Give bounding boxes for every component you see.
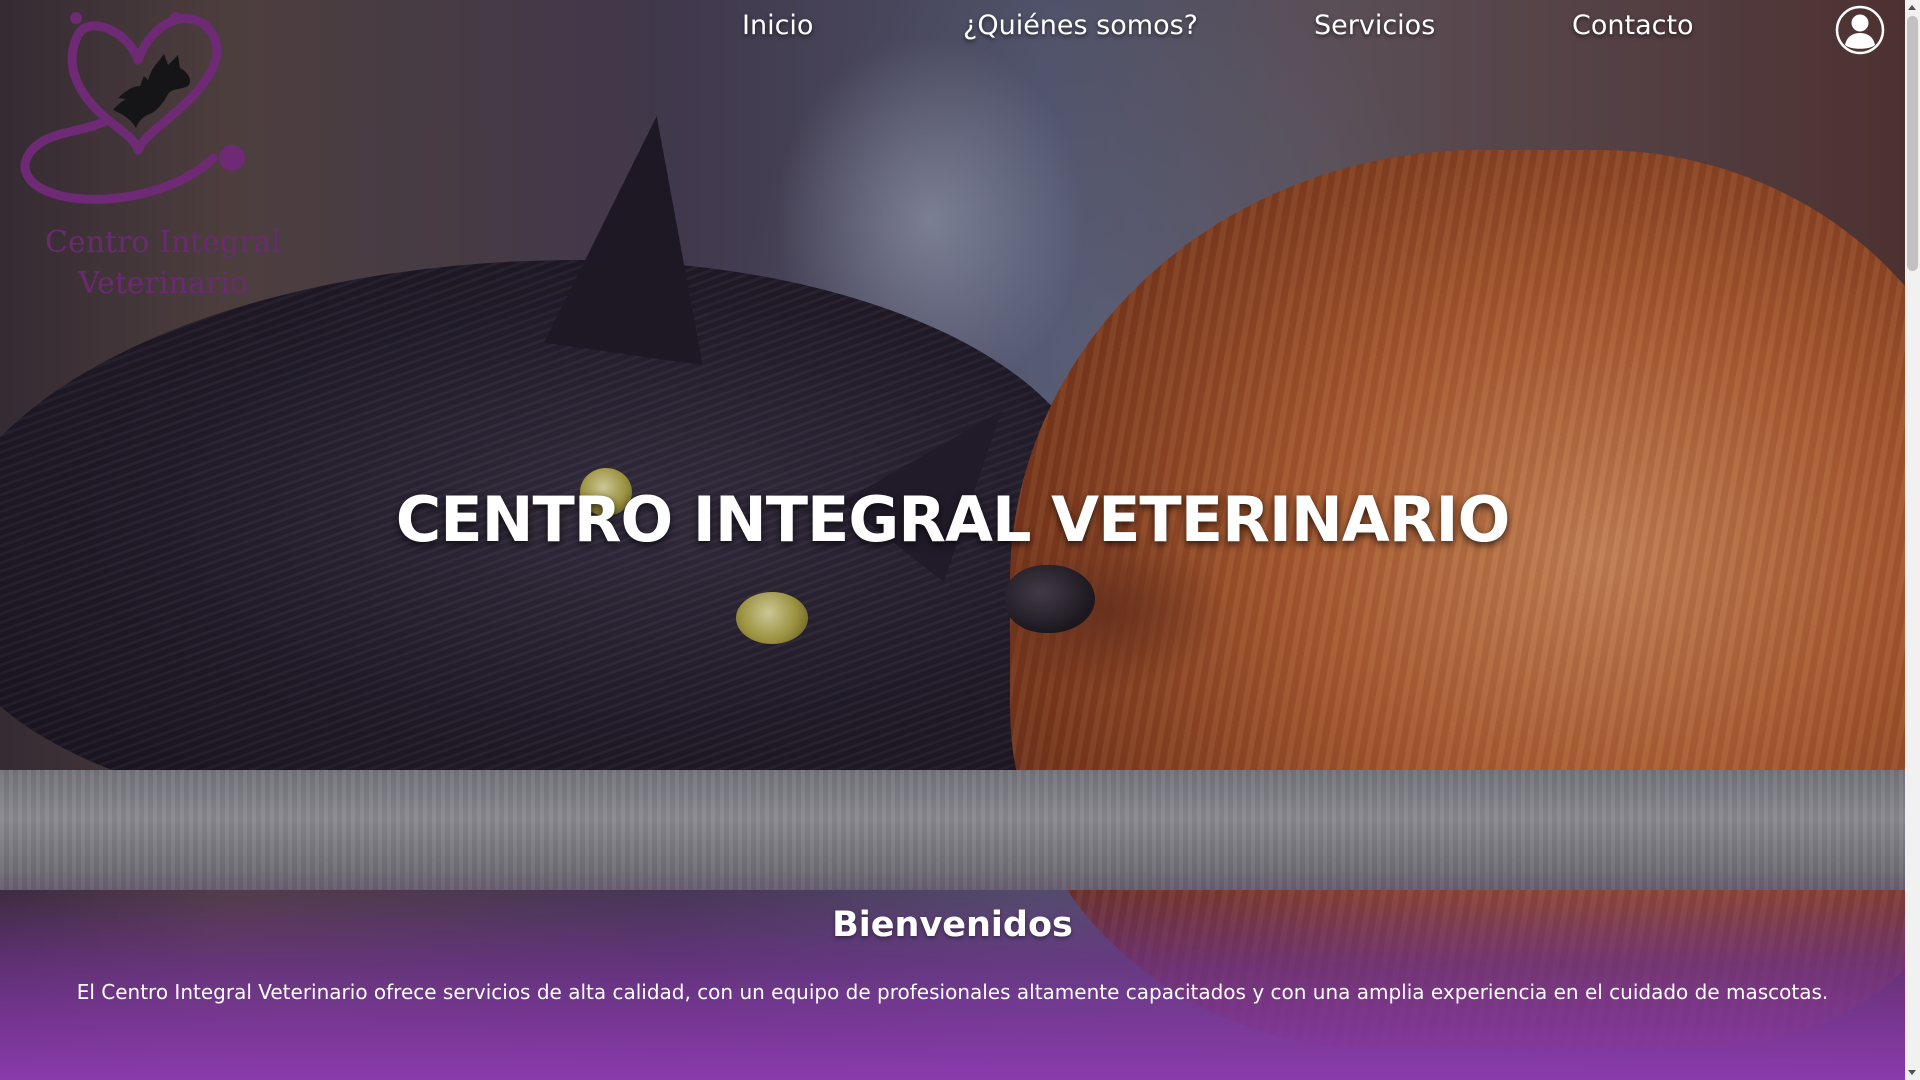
scroll-up-arrow-icon[interactable] (1908, 5, 1916, 10)
hero-title: CENTRO INTEGRAL VETERINARIO (395, 483, 1511, 556)
main-navigation: Inicio ¿Quiénes somos? Servicios Contact… (0, 0, 1905, 60)
user-account-icon[interactable] (1835, 5, 1885, 55)
logo-text-line1: Centro Integral (44, 225, 282, 260)
page-scrollbar[interactable] (1905, 0, 1920, 1080)
scroll-down-arrow-icon[interactable] (1908, 1070, 1916, 1075)
scrollbar-thumb[interactable] (1907, 16, 1918, 271)
purple-gradient-band (0, 870, 1905, 1080)
logo-text-line2: Veterinario (78, 266, 248, 301)
nav-link-inicio[interactable]: Inicio (742, 10, 813, 41)
logo-text: Centro Integral Veterinario (18, 222, 308, 304)
nav-link-contacto[interactable]: Contacto (1572, 10, 1694, 41)
nav-link-quienes-somos[interactable]: ¿Quiénes somos? (963, 10, 1198, 41)
welcome-description: El Centro Integral Veterinario ofrece se… (76, 980, 1829, 1004)
nav-link-servicios[interactable]: Servicios (1314, 10, 1435, 41)
welcome-heading: Bienvenidos (832, 905, 1073, 945)
